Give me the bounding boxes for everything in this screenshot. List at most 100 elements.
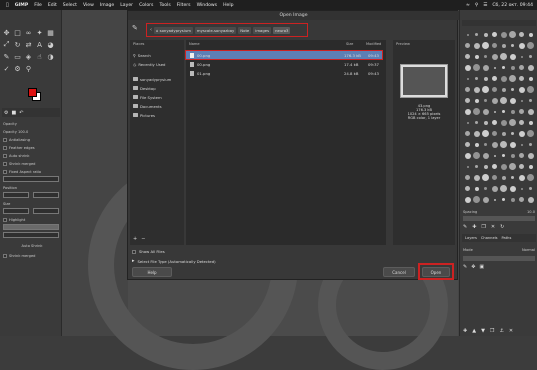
brush-thumbnail[interactable] — [464, 152, 471, 159]
brush-thumbnail[interactable] — [475, 165, 478, 168]
brush-thumbnail[interactable] — [509, 31, 516, 38]
option-shrink-merged-2[interactable]: Shrink merged — [3, 252, 61, 259]
brush-thumbnail[interactable] — [509, 163, 516, 170]
brush-thumbnail[interactable] — [466, 77, 469, 80]
brush-thumbnail[interactable] — [519, 65, 524, 70]
brush-thumbnail[interactable] — [492, 175, 497, 180]
lower-layer-icon[interactable]: ▼ — [481, 328, 485, 335]
menu-file[interactable]: File — [34, 3, 42, 8]
rect-select-icon[interactable]: □ — [13, 28, 22, 37]
brush-thumbnail[interactable] — [501, 87, 506, 92]
brush-thumbnail[interactable] — [464, 196, 471, 203]
fuzzy-select-icon[interactable]: ✦ — [35, 28, 44, 37]
search-icon[interactable]: ⚲ — [475, 3, 478, 8]
remove-bookmark-icon[interactable]: − — [141, 236, 145, 242]
brush-thumbnail[interactable] — [527, 86, 534, 93]
brush-thumbnail[interactable] — [529, 99, 532, 102]
brush-thumbnail[interactable] — [511, 176, 514, 179]
brush-thumbnail[interactable] — [529, 187, 532, 190]
brush-thumbnail[interactable] — [474, 142, 479, 147]
tool-options-icon[interactable]: ⚙ — [4, 110, 8, 116]
place-recent[interactable]: ◷ Recently Used — [133, 60, 183, 68]
brush-thumbnail[interactable] — [519, 197, 524, 202]
brush-thumbnail[interactable] — [500, 97, 507, 104]
brush-thumbnail[interactable] — [500, 119, 507, 126]
paths-icon[interactable]: ✓ — [2, 64, 11, 73]
brush-thumbnail[interactable] — [482, 108, 489, 115]
brush-thumbnail[interactable] — [473, 152, 480, 159]
brush-thumbnail[interactable] — [484, 143, 487, 146]
brush-thumbnail[interactable] — [509, 97, 516, 104]
brush-thumbnail[interactable] — [474, 98, 479, 103]
crumb-current[interactable]: neuro3 — [273, 26, 291, 34]
cancel-button[interactable]: Cancel — [383, 267, 415, 277]
place-documents[interactable]: Documents — [133, 102, 183, 110]
menu-edit[interactable]: Edit — [48, 3, 57, 8]
brush-thumbnail[interactable] — [473, 130, 480, 137]
brush-thumbnail[interactable] — [509, 141, 516, 148]
option-opacity[interactable]: Opacity 100.0 — [3, 128, 61, 135]
brush-thumbnail[interactable] — [483, 32, 488, 37]
layer-opacity-slider[interactable] — [463, 256, 535, 261]
foreground-color-swatch[interactable] — [28, 88, 37, 97]
brush-thumbnail[interactable] — [493, 154, 496, 157]
duplicate-layer-icon[interactable]: ❐ — [490, 328, 494, 335]
brush-thumbnail[interactable] — [492, 76, 497, 81]
brush-thumbnail[interactable] — [473, 108, 480, 115]
brush-thumbnail[interactable] — [511, 88, 514, 91]
brush-thumbnail[interactable] — [510, 153, 515, 158]
file-row-selected[interactable]: 00.png 176.3 kB 09:43 — [186, 51, 382, 59]
column-size[interactable]: Size — [346, 42, 353, 46]
brush-thumbnail[interactable] — [501, 131, 506, 136]
file-row[interactable]: 01.png 24.8 kB 09:43 — [186, 69, 386, 77]
option-highlight[interactable]: Highlight — [3, 216, 61, 223]
option-shrink-merged[interactable]: Shrink merged — [3, 160, 61, 167]
brush-thumbnail[interactable] — [483, 76, 488, 81]
brush-thumbnail[interactable] — [465, 142, 470, 147]
brush-thumbnail[interactable] — [493, 110, 496, 113]
brush-thumbnail[interactable] — [465, 43, 470, 48]
brush-thumbnail[interactable] — [473, 174, 480, 181]
antialiasing-checkbox[interactable] — [3, 137, 7, 142]
brush-thumbnail[interactable] — [527, 64, 534, 71]
bucket-fill-icon[interactable]: ◕ — [46, 40, 55, 49]
brush-thumbnail[interactable] — [519, 32, 524, 37]
brush-thumbnail[interactable] — [466, 121, 469, 124]
feather-checkbox[interactable] — [3, 145, 7, 150]
brush-thumbnail[interactable] — [501, 43, 506, 48]
brush-thumbnail[interactable] — [475, 77, 478, 80]
brush-thumbnail[interactable] — [509, 53, 516, 60]
brush-thumbnail[interactable] — [520, 143, 523, 146]
brush-thumbnail[interactable] — [529, 143, 532, 146]
brush-thumbnail[interactable] — [520, 99, 523, 102]
brush-thumbnail[interactable] — [502, 66, 505, 69]
brush-thumbnail[interactable] — [518, 42, 525, 49]
option-fixed[interactable]: Fixed Aspect ratio — [3, 168, 61, 175]
show-all-files-row[interactable]: Show All Files — [132, 249, 165, 254]
menu-gimp[interactable]: GIMP — [15, 3, 28, 8]
dodge-icon[interactable]: ◑ — [46, 52, 55, 61]
menu-image[interactable]: Image — [100, 3, 114, 8]
brush-thumbnail[interactable] — [475, 33, 478, 36]
brush-thumbnail[interactable] — [502, 110, 505, 113]
size-w-field[interactable] — [3, 208, 29, 214]
brush-thumbnail[interactable] — [491, 97, 498, 104]
transform-icon[interactable]: ⤢ — [2, 40, 11, 49]
wifi-icon[interactable]: ≈ — [466, 3, 470, 8]
brush-thumbnail[interactable] — [500, 31, 507, 38]
file-row[interactable]: 00.png 17.4 kB 09:37 — [186, 60, 386, 68]
brush-thumbnail[interactable] — [518, 130, 525, 137]
brush-thumbnail[interactable] — [473, 42, 480, 49]
brush-thumbnail[interactable] — [501, 175, 506, 180]
option-auto-shrink[interactable]: Auto shrink — [3, 152, 61, 159]
brush-thumbnail[interactable] — [464, 64, 471, 71]
position-y-field[interactable] — [33, 192, 59, 198]
brush-thumbnail[interactable] — [511, 132, 514, 135]
brush-thumbnail[interactable] — [465, 186, 470, 191]
delete-layer-icon[interactable]: ✕ — [509, 328, 513, 335]
brush-thumbnail[interactable] — [473, 86, 480, 93]
brush-thumbnail[interactable] — [528, 32, 533, 37]
brush-thumbnail[interactable] — [482, 130, 489, 137]
position-x-field[interactable] — [3, 192, 29, 198]
brush-thumbnail[interactable] — [466, 33, 469, 36]
